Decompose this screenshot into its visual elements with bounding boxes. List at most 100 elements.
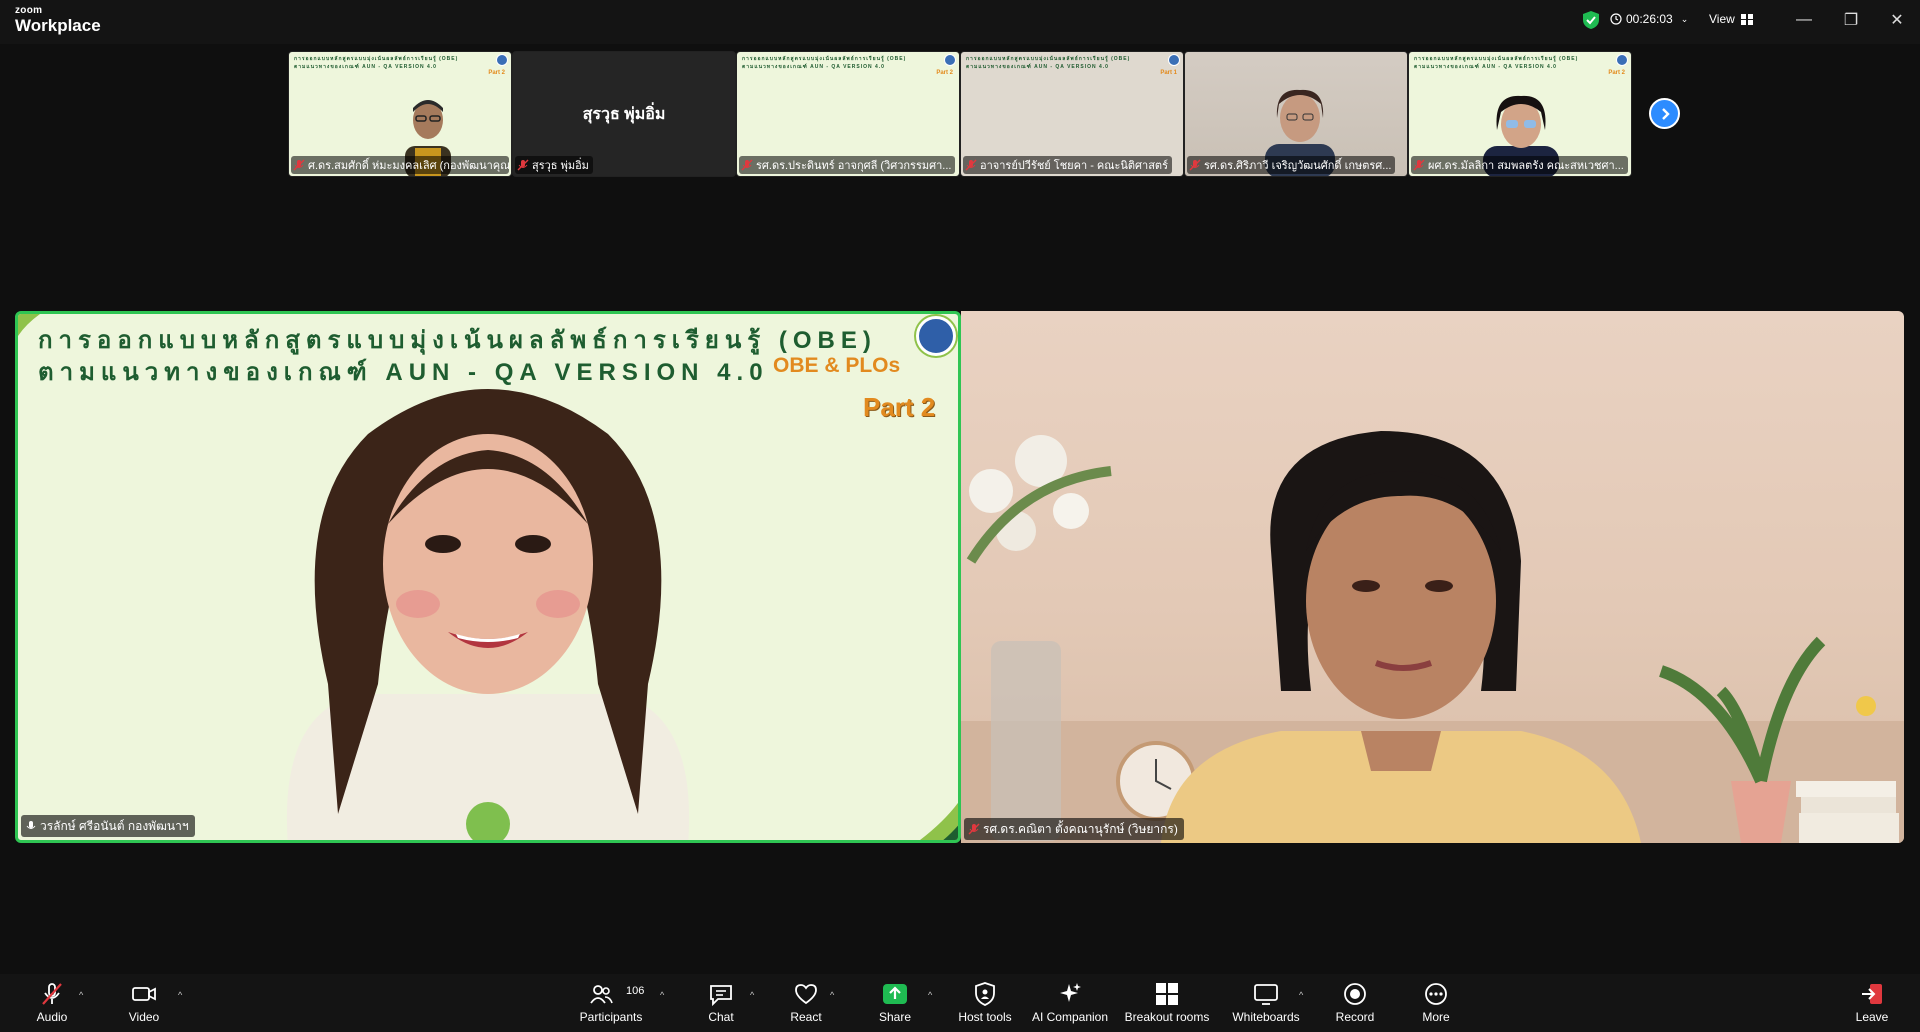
chat-button[interactable]: Chat xyxy=(700,978,742,1028)
ai-companion-button[interactable]: AI Companion xyxy=(1031,978,1109,1028)
share-arrow-icon xyxy=(883,984,907,1004)
participant-name: วรลักษ์ ศรีอนันต์ กองพัฒนาฯ xyxy=(40,818,189,833)
participant-name-tag: สุรวุธ พุ่มอิ่ม xyxy=(515,156,593,174)
mic-off-icon xyxy=(1413,159,1425,171)
audio-options-caret[interactable]: ^ xyxy=(79,990,83,1000)
participant-thumbnail[interactable]: การออกแบบหลักสูตรแบบมุ่งเน้นผลลัพธ์การเร… xyxy=(1408,51,1632,177)
video-button[interactable]: Video xyxy=(126,978,162,1028)
thumb-slide-part: Part 1 xyxy=(1160,70,1177,76)
leave-label: Leave xyxy=(1855,1010,1889,1024)
more-dots-icon xyxy=(1425,983,1447,1005)
thumb-slide-subtitle: ตามแนวทางของเกณฑ์ AUN - QA VERSION 4.0 xyxy=(294,64,437,70)
close-icon[interactable]: ✕ xyxy=(1882,8,1912,32)
participant-thumbnail[interactable]: รศ.ดร.ศิริภาวี เจริญวัฒนศักดิ์ เกษตรศ... xyxy=(1184,51,1408,177)
mic-on-icon xyxy=(26,821,36,829)
thumb-slide-part: Part 2 xyxy=(1608,70,1625,76)
title-bar: zoom Workplace 00:26:03 ⌄ View — ❐ ✕ xyxy=(0,0,1920,44)
video-camera-icon xyxy=(132,987,156,1001)
next-page-button[interactable] xyxy=(1649,98,1680,129)
restore-icon[interactable]: ❐ xyxy=(1836,8,1866,32)
shield-check-icon[interactable] xyxy=(1582,10,1600,30)
ai-companion-label: AI Companion xyxy=(1031,1010,1109,1024)
participant-name: สุรวุธ พุ่มอิ่ม xyxy=(532,160,589,172)
participant-name: รศ.ดร.ประดินทร์ อาจกุศลี (วิศวกรรมศา... xyxy=(756,160,952,172)
thumb-slide-subtitle: ตามแนวทางของเกณฑ์ AUN - QA VERSION 4.0 xyxy=(966,64,1109,70)
record-button[interactable]: Record xyxy=(1332,978,1378,1028)
whiteboards-button[interactable]: Whiteboards xyxy=(1230,978,1302,1028)
university-logo-icon xyxy=(916,316,956,356)
minimize-glyph: — xyxy=(1796,11,1812,28)
record-icon xyxy=(1344,983,1366,1005)
react-options-caret[interactable]: ^ xyxy=(830,990,834,1000)
brand-large: Workplace xyxy=(15,16,101,35)
leave-icon xyxy=(1862,984,1882,1004)
grid-view-icon xyxy=(1740,13,1753,25)
university-logo-icon xyxy=(496,54,508,66)
participants-label: Participants xyxy=(579,1010,643,1024)
whiteboards-options-caret[interactable]: ^ xyxy=(1299,990,1303,1000)
whiteboards-label: Whiteboards xyxy=(1232,1010,1300,1024)
participant-name-tag: รศ.ดร.ประดินทร์ อาจกุศลี (วิศวกรรมศา... xyxy=(739,156,956,174)
react-heart-icon xyxy=(795,984,817,1005)
host-tools-label: Host tools xyxy=(958,1010,1012,1024)
active-speaker-video-tile[interactable]: การออกแบบหลักสูตรแบบมุ่งเน้นผลลัพธ์การเร… xyxy=(15,311,961,843)
mic-off-icon xyxy=(741,159,753,171)
chat-options-caret[interactable]: ^ xyxy=(750,990,754,1000)
view-label: View xyxy=(1709,12,1735,26)
participant-name-tag: ศ.ดร.สมศักดิ์ ห่มะมงคลเลิศ (กองพัฒนาคุณภ… xyxy=(291,156,509,174)
breakout-rooms-label: Breakout rooms xyxy=(1124,1010,1210,1024)
participant-name-tag: รศ.ดร.คณิตา ตั้งคณานุรักษ์ (วิษยากร) xyxy=(964,818,1184,840)
participant-thumbnail[interactable]: สุรวุธ พุ่มอิ่ม สุรวุธ พุ่มอิ่ม xyxy=(512,51,736,177)
university-logo-icon xyxy=(1168,54,1180,66)
participants-options-caret[interactable]: ^ xyxy=(660,990,664,1000)
leave-button[interactable]: Leave xyxy=(1854,978,1890,1028)
participant-name-tag: อาจารย์ปวีรัชย์ โชยคา - คณะนิติศาสตร์ xyxy=(963,156,1172,174)
chevron-right-icon xyxy=(1661,107,1670,120)
share-options-caret[interactable]: ^ xyxy=(928,990,932,1000)
mic-off-icon xyxy=(1189,159,1201,171)
minimize-icon[interactable]: — xyxy=(1789,8,1819,32)
more-button[interactable]: More xyxy=(1418,978,1454,1028)
timer-text: 00:26:03 xyxy=(1626,12,1673,26)
restore-glyph: ❐ xyxy=(1843,12,1859,29)
participant-thumbnail[interactable]: การออกแบบหลักสูตรแบบมุ่งเน้นผลลัพธ์การเร… xyxy=(288,51,512,177)
mic-off-icon xyxy=(293,159,305,171)
video-options-caret[interactable]: ^ xyxy=(178,990,182,1000)
speaker-video xyxy=(286,389,690,840)
participant-thumbnail[interactable]: การออกแบบหลักสูตรแบบมุ่งเน้นผลลัพธ์การเร… xyxy=(960,51,1184,177)
thumb-slide-part: Part 2 xyxy=(936,70,953,76)
participants-icon xyxy=(590,985,613,1004)
thumb-slide-part: Part 2 xyxy=(488,70,505,76)
view-button[interactable]: View xyxy=(1709,12,1753,26)
university-logo-icon xyxy=(1616,54,1628,66)
chat-icon xyxy=(710,985,732,1007)
participant-name: ผศ.ดร.มัลลิกา สมพลตรัง คณะสหเวชศา... xyxy=(1428,160,1624,172)
participant-thumbnail[interactable]: การออกแบบหลักสูตรแบบมุ่งเน้นผลลัพธ์การเร… xyxy=(736,51,960,177)
mic-off-icon xyxy=(517,159,529,171)
brand-small: zoom xyxy=(15,5,43,16)
participant-name-tag: ผศ.ดร.มัลลิกา สมพลตรัง คณะสหเวชศา... xyxy=(1411,156,1628,174)
participant-video-tile[interactable]: รศ.ดร.คณิตา ตั้งคณานุรักษ์ (วิษยากร) xyxy=(961,311,1904,843)
participant-center-name: สุรวุธ พุ่มอิ่ม xyxy=(582,106,666,123)
audio-label: Audio xyxy=(36,1010,68,1024)
participant-thumbnail-strip: การออกแบบหลักสูตรแบบมุ่งเน้นผลลัพธ์การเร… xyxy=(288,51,1632,177)
meeting-timer[interactable]: 00:26:03 ⌄ xyxy=(1610,12,1688,26)
meeting-toolbar: Audio ^ Video ^ Participants 106 ^ Chat … xyxy=(0,974,1920,1032)
share-button[interactable]: Share xyxy=(874,978,916,1028)
thumb-slide-subtitle: ตามแนวทางของเกณฑ์ AUN - QA VERSION 4.0 xyxy=(1414,64,1557,70)
audio-muted-icon xyxy=(42,983,62,1005)
participant-name-tag: วรลักษ์ ศรีอนันต์ กองพัฒนาฯ xyxy=(21,815,195,837)
react-button[interactable]: React xyxy=(785,978,827,1028)
breakout-grid-icon xyxy=(1156,983,1178,1005)
participant-name: รศ.ดร.ศิริภาวี เจริญวัฒนศักดิ์ เกษตรศ... xyxy=(1204,160,1392,172)
mic-off-icon xyxy=(965,159,977,171)
record-label: Record xyxy=(1335,1010,1375,1024)
breakout-rooms-button[interactable]: Breakout rooms xyxy=(1124,978,1210,1028)
thumb-slide-subtitle: ตามแนวทางของเกณฑ์ AUN - QA VERSION 4.0 xyxy=(742,64,885,70)
more-label: More xyxy=(1422,1010,1450,1024)
host-tools-button[interactable]: Host tools xyxy=(954,978,1016,1028)
participant-name-tag: รศ.ดร.ศิริภาวี เจริญวัฒนศักดิ์ เกษตรศ... xyxy=(1187,156,1396,174)
participant-name: อาจารย์ปวีรัชย์ โชยคา - คณะนิติศาสตร์ xyxy=(980,160,1168,172)
video-label: Video xyxy=(128,1010,160,1024)
audio-button[interactable]: Audio xyxy=(34,978,70,1028)
